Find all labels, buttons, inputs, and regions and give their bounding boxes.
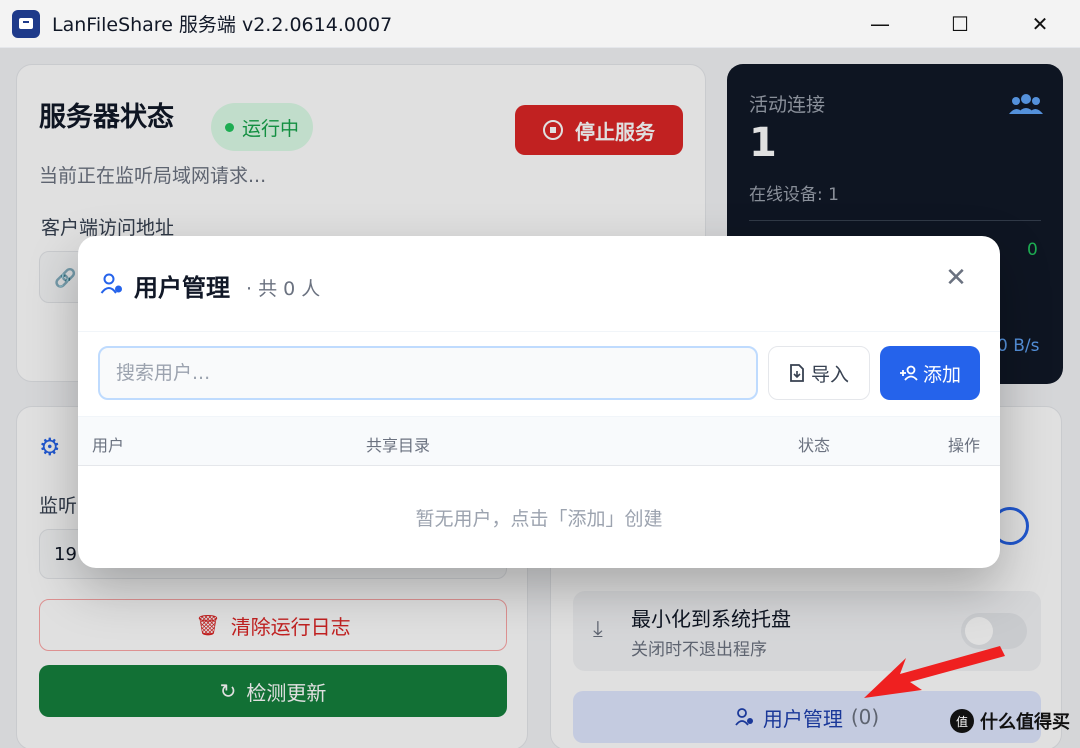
window-title: LanFileShare 服务端 v2.2.0614.0007: [52, 14, 393, 36]
modal-header: 用户管理 · 共 0 人 ✕: [78, 236, 1000, 332]
user-table-header: 用户 共享目录 状态 操作: [78, 416, 1000, 466]
title-bar: LanFileShare 服务端 v2.2.0614.0007 — ☐ ✕: [0, 0, 1080, 48]
column-user: 用户: [92, 436, 125, 455]
close-icon[interactable]: ✕: [942, 263, 970, 293]
red-arrow-annotation: [864, 646, 1005, 698]
modal-title: 用户管理: [134, 274, 230, 302]
import-button[interactable]: 导入: [768, 346, 870, 400]
empty-state-message: 暂无用户，点击「添加」创建: [415, 508, 663, 530]
file-import-icon: [790, 364, 804, 382]
column-actions: 操作: [948, 436, 981, 455]
maximize-button[interactable]: ☐: [920, 0, 1000, 48]
user-management-modal: 用户管理 · 共 0 人 ✕ 导入 添加 用户 共享目录 状态 操作 暂无用户，…: [78, 236, 1000, 568]
app-logo-icon: [12, 9, 40, 38]
add-user-icon: [899, 365, 918, 381]
column-shared-directory: 共享目录: [366, 436, 431, 455]
minimize-button[interactable]: —: [840, 0, 920, 48]
watermark-logo-icon: 值: [950, 709, 974, 733]
window-controls: — ☐ ✕: [840, 0, 1080, 48]
add-user-button[interactable]: 添加: [880, 346, 980, 400]
close-window-button[interactable]: ✕: [1000, 0, 1080, 48]
user-gear-icon: [100, 273, 122, 294]
search-user-input[interactable]: [98, 346, 758, 400]
watermark: 值 什么值得买: [950, 708, 1070, 734]
column-status: 状态: [798, 436, 831, 455]
add-user-label: 添加: [922, 363, 961, 386]
user-count: · 共 0 人: [246, 278, 321, 300]
watermark-text: 什么值得买: [980, 712, 1070, 733]
import-label: 导入: [810, 363, 849, 386]
